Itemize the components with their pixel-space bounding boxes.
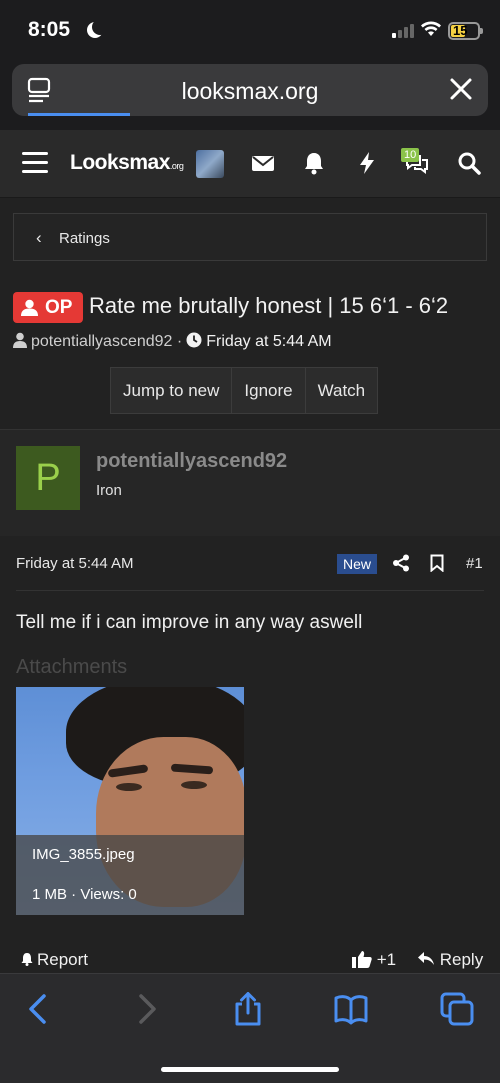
post-number[interactable]: #1 — [466, 555, 483, 572]
reply-button[interactable]: Reply — [417, 950, 483, 970]
attachment-info: 1 MB · Views: 0 — [32, 886, 137, 903]
bell-icon — [21, 953, 33, 966]
menu-icon[interactable] — [22, 152, 48, 174]
new-badge: New — [337, 554, 378, 574]
like-count: +1 — [376, 950, 397, 969]
logo-suffix: .org — [169, 161, 184, 171]
report-label: Report — [37, 950, 89, 969]
address-bar[interactable]: looksmax.org — [12, 64, 488, 116]
author-username[interactable]: potentiallyascend92 — [96, 450, 287, 473]
report-button[interactable]: Report — [20, 950, 88, 970]
tabs-icon[interactable] — [440, 992, 474, 1026]
reply-label: Reply — [439, 950, 484, 969]
battery-level: 15 — [453, 23, 468, 38]
breadcrumb-label: Ratings — [59, 230, 110, 247]
share-sheet-icon[interactable] — [231, 992, 265, 1026]
moon-icon — [92, 19, 108, 35]
bookmark-icon[interactable] — [430, 554, 444, 572]
attachment-filename: IMG_3855.jpeg — [32, 846, 135, 863]
reply-arrow-icon — [418, 952, 434, 965]
status-bar: 8:05 15 — [0, 0, 500, 60]
bell-icon[interactable] — [301, 150, 327, 176]
like-button[interactable]: +1 — [352, 950, 396, 970]
thread-actions: Jump to new Ignore Watch — [110, 367, 379, 414]
attachments-heading: Attachments — [16, 656, 128, 678]
wifi-icon — [421, 21, 441, 36]
logo-text: Looksmax — [70, 151, 170, 174]
op-badge-label: OP — [45, 297, 73, 318]
thread-meta: potentiallyascend92 · Friday at 5:44 AM — [13, 332, 332, 351]
author-rank: Iron — [96, 482, 122, 499]
user-icon — [13, 332, 27, 348]
chevron-left-icon: ‹ — [36, 228, 42, 247]
url-text: looksmax.org — [181, 78, 319, 104]
attachment-thumbnail[interactable]: IMG_3855.jpeg 1 MB · Views: 0 — [16, 687, 244, 915]
battery-icon: 15 — [448, 22, 483, 40]
search-icon[interactable] — [456, 150, 482, 176]
thumbs-up-icon — [352, 951, 372, 968]
user-avatar[interactable] — [196, 150, 224, 178]
post-body: Friday at 5:44 AM New #1 Tell me if i ca… — [0, 537, 500, 973]
post-author-block: P potentiallyascend92 Iron — [0, 430, 500, 536]
ignore-button[interactable]: Ignore — [232, 368, 306, 413]
alerts-count-badge: 10 — [401, 148, 420, 162]
close-icon[interactable] — [448, 76, 474, 102]
forward-icon[interactable] — [129, 992, 163, 1026]
meta-separator: · — [176, 333, 183, 350]
status-time: 8:05 — [28, 18, 71, 41]
page-load-progress — [28, 113, 130, 116]
divider — [16, 590, 484, 591]
home-indicator — [161, 1067, 339, 1072]
site-logo[interactable]: Looksmax.org — [70, 151, 184, 175]
thread-date[interactable]: Friday at 5:44 AM — [206, 333, 331, 350]
jump-to-new-button[interactable]: Jump to new — [111, 368, 233, 413]
breadcrumb[interactable]: ‹ Ratings — [13, 213, 487, 261]
thread-title: Rate me brutally honest | 15 6‘1 - 6‘2 — [89, 293, 449, 318]
op-badge: OP — [13, 292, 83, 323]
post-text: Tell me if i can improve in any way aswe… — [16, 612, 363, 633]
site-navigation: Looksmax.org — [0, 130, 500, 198]
lightning-icon[interactable] — [354, 150, 380, 176]
share-icon[interactable] — [392, 554, 410, 572]
cellular-signal-icon — [392, 24, 416, 38]
thread-author[interactable]: potentiallyascend92 — [31, 333, 172, 350]
author-avatar[interactable]: P — [16, 446, 80, 510]
clock-icon — [186, 332, 202, 348]
post-date[interactable]: Friday at 5:44 AM — [16, 555, 134, 572]
back-icon[interactable] — [22, 992, 56, 1026]
watch-button[interactable]: Watch — [306, 368, 378, 413]
envelope-icon[interactable] — [250, 150, 276, 176]
bookmarks-icon[interactable] — [334, 992, 368, 1026]
person-icon — [21, 299, 38, 316]
browser-toolbar — [0, 973, 500, 1083]
browser-address-area: looksmax.org — [0, 60, 500, 130]
